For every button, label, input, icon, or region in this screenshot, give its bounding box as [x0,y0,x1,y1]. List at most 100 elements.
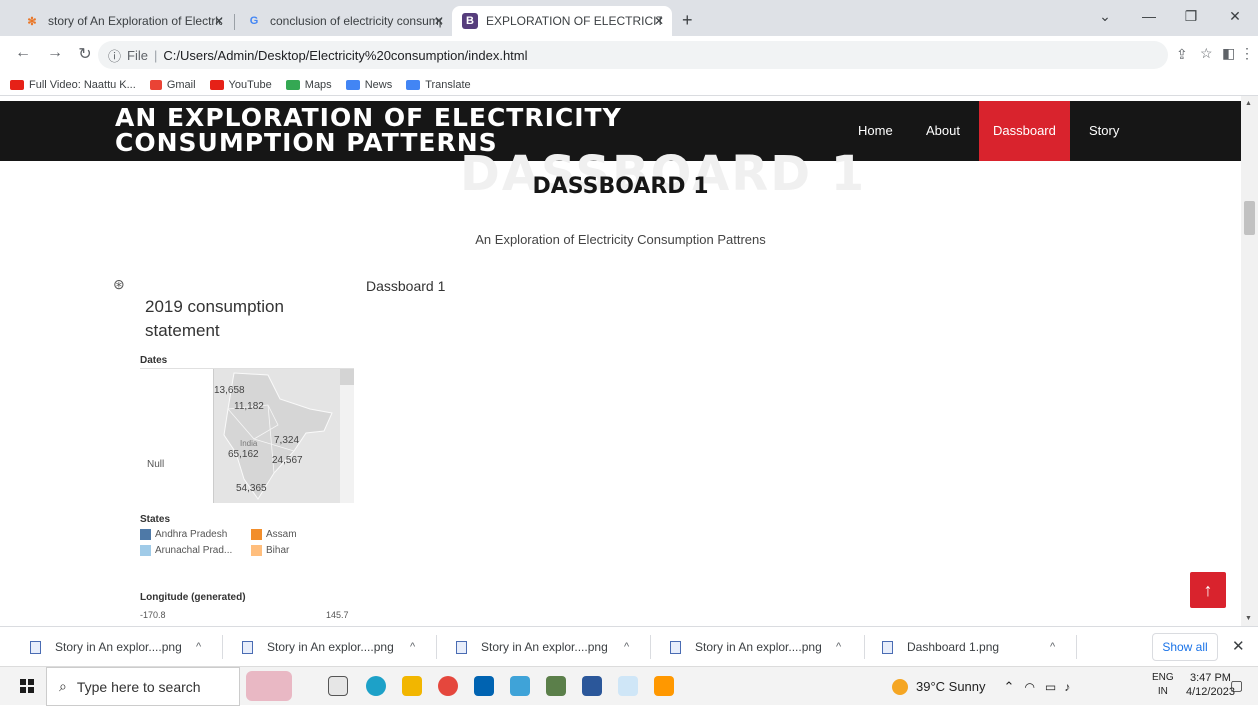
volume-icon[interactable]: ♪ [1064,680,1070,694]
longitude-min: -170.8 [140,610,166,620]
windows-start-icon[interactable] [20,679,34,693]
nav-dassboard[interactable]: Dassboard [979,101,1070,161]
menu-icon[interactable]: ⋮ [1240,45,1254,62]
store-icon[interactable] [474,676,494,696]
browser-tab-conclusion[interactable]: G conclusion of electricity consump ✕ [236,6,452,36]
scroll-down-icon[interactable]: ▼ [1245,615,1252,622]
chrome-icon[interactable] [438,676,458,696]
download-divider [1076,635,1077,659]
sidepanel-icon[interactable]: ◧ [1222,45,1235,62]
news-widget-icon[interactable] [246,671,292,701]
clock[interactable]: 3:47 PM 4/12/2023 [1186,671,1235,699]
close-icon[interactable]: ✕ [1232,637,1245,655]
map-scrollbar[interactable] [340,369,354,503]
tab-title: story of An Exploration of Electric [48,14,222,28]
download-item[interactable]: Story in An explor....png ^ [242,627,436,667]
app-icon[interactable] [510,676,530,696]
chevron-up-icon[interactable]: ^ [624,641,629,653]
minimize-icon[interactable]: — [1134,8,1164,24]
map-scroll-thumb[interactable] [340,369,354,385]
close-icon[interactable]: ✕ [214,14,224,28]
close-icon[interactable]: ✕ [434,14,444,28]
app-icon[interactable] [546,676,566,696]
longitude-label: Longitude (generated) [140,592,246,603]
gmail-icon [149,79,162,90]
share-icon[interactable]: ⇪ [1176,46,1188,63]
back-to-top-button[interactable]: ↑ [1190,572,1226,608]
scroll-up-icon[interactable]: ▲ [1245,100,1252,107]
browser-tab-story[interactable]: ✻ story of An Exploration of Electric ✕ [14,6,232,36]
download-filename: Story in An explor....png [55,640,182,654]
viz-title: 2019 consumption statement [145,297,284,340]
legend-item[interactable]: Assam [251,529,297,540]
app-icon[interactable] [618,676,638,696]
restore-icon[interactable]: ❐ [1176,8,1206,25]
back-icon[interactable]: ← [12,44,34,62]
download-divider [650,635,651,659]
map-panel: Null 13,658 11,182 India 7,324 65,162 24… [140,368,354,503]
battery-icon[interactable]: ▭ [1045,680,1056,694]
reload-icon[interactable]: ↻ [74,44,96,64]
word-icon[interactable] [582,676,602,696]
bookmark-item[interactable]: YouTube [209,79,272,91]
chevron-up-icon[interactable]: ^ [836,641,841,653]
map-value: 7,324 [274,435,300,446]
bookmark-item[interactable]: Maps [285,79,332,91]
weather-icon[interactable] [892,678,908,695]
legend-item[interactable]: Bihar [251,545,289,556]
language-indicator[interactable]: ENG IN [1152,671,1174,699]
bootstrap-icon: B [462,13,478,29]
search-icon: ⌕ [59,678,67,694]
forward-icon[interactable]: → [44,44,66,62]
bookmark-item[interactable]: Full Video: Naattu K... [10,79,136,91]
download-item[interactable]: Story in An explor....png ^ [670,627,864,667]
browser-tab-exploration[interactable]: B EXPLORATION OF ELECTRICITY C ✕ [452,6,672,36]
chevron-up-icon[interactable]: ^ [410,641,415,653]
legend-item[interactable]: Andhra Pradesh [140,529,227,540]
bookmark-item[interactable]: Translate [406,79,471,91]
download-item[interactable]: Story in An explor....png ^ [456,627,650,667]
bookmark-item[interactable]: News [345,79,392,91]
taskbar-search-input[interactable]: ⌕ Type here to search [46,667,240,706]
window-close-icon[interactable]: ✕ [1220,8,1250,25]
file-icon [242,640,253,654]
tray-overflow-icon[interactable]: ⌃ [1004,679,1015,695]
legend-label: Bihar [266,545,290,556]
sublime-icon[interactable] [654,676,674,696]
tableau-icon: ✻ [27,15,37,28]
weather-text[interactable]: 39°C Sunny [916,679,986,694]
nav-story[interactable]: Story [1075,101,1133,161]
nav-about[interactable]: About [912,101,974,161]
show-all-button[interactable]: Show all [1152,633,1218,661]
tableau-viz-icon[interactable]: ⊛ [113,276,125,293]
new-tab-button[interactable]: + [682,10,693,31]
address-bar[interactable]: ⓘ File | C:/Users/Admin/Desktop/Electric… [98,41,1168,69]
task-view-icon[interactable] [328,676,348,696]
bookmark-label: Gmail [166,78,196,91]
india-map[interactable]: 13,658 11,182 India 7,324 65,162 24,567 … [214,369,354,503]
youtube-icon [10,79,24,90]
edge-icon[interactable] [366,676,386,696]
chevron-up-icon[interactable]: ^ [1050,641,1055,653]
tab-divider [234,14,235,30]
legend-item[interactable]: Arunachal Prad... [140,545,232,556]
download-item[interactable]: Dashboard 1.png ^ [882,627,1076,667]
page-scrollbar[interactable]: ▲ ▼ [1241,96,1258,626]
download-item[interactable]: Story in An explor....png ^ [30,627,220,667]
notification-icon[interactable]: ▢ [1230,677,1243,694]
bookmark-item[interactable]: Gmail [149,78,196,91]
map-country-label: India [240,439,258,448]
file-icon [882,640,893,654]
info-icon[interactable]: ⓘ [108,46,121,65]
bookmark-star-icon[interactable]: ☆ [1200,45,1213,62]
network-icon[interactable]: ◠ [1024,680,1034,694]
close-icon[interactable]: ✕ [654,14,664,28]
dates-label: Dates [140,355,168,366]
chevron-up-icon[interactable]: ^ [196,641,201,653]
file-explorer-icon[interactable] [402,676,422,696]
download-divider [436,635,437,659]
scroll-thumb[interactable] [1244,201,1255,235]
tab-search-icon[interactable]: ⌄ [1090,8,1120,25]
file-icon [670,640,681,654]
map-value: 13,658 [214,385,245,396]
